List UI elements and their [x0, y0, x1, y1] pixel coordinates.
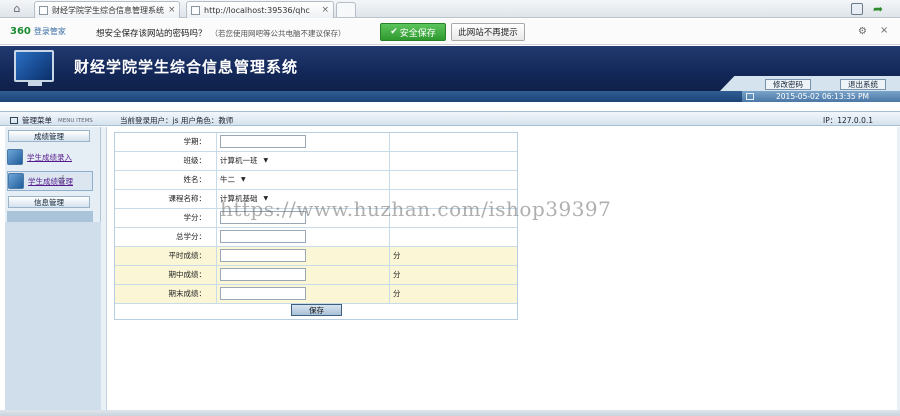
score-unit: 分 [393, 289, 401, 298]
sidebar-background [5, 222, 101, 416]
tab-favicon [39, 5, 48, 15]
monitor-icon [14, 50, 54, 86]
calendar-icon [746, 93, 754, 100]
tab-title: 财经学院学生综合信息管理系统 [52, 5, 164, 15]
tab-title: http://localhost:39536/qhc [204, 5, 310, 15]
current-user-info: 当前登录用户：js 用户角色：教师 [120, 116, 234, 125]
form-extra [391, 152, 517, 170]
tab-localhost[interactable]: http://localhost:39536/qhc × [186, 1, 334, 18]
form-row-name: 姓名： 牛二 ▼ [115, 171, 517, 190]
tab-close-icon[interactable]: × [317, 5, 329, 15]
win-restore-icon[interactable] [851, 3, 863, 15]
regular-score-input[interactable] [220, 249, 306, 262]
form-label: 总学分： [115, 228, 217, 246]
back-arrow-icon[interactable]: ➦ [870, 2, 886, 16]
change-password-button[interactable]: 修改密码 [765, 79, 811, 90]
form-extra [391, 171, 517, 189]
watermark-text: https://www.huzhan.com/ishop39397 [220, 197, 612, 221]
password-save-bar: 360 登录管家 想安全保存该网站的密码吗？ （若您使用网吧等公共电脑不建议保存） … [0, 19, 900, 45]
logout-button[interactable]: 退出系统 [840, 79, 886, 90]
form-cell [218, 133, 390, 151]
final-score-input[interactable] [220, 287, 306, 300]
form-label: 期末成绩： [115, 285, 217, 303]
term-input[interactable] [220, 135, 306, 148]
score-unit: 分 [393, 251, 401, 260]
bottom-edge [0, 410, 900, 416]
form-label: 平时成绩： [115, 247, 217, 265]
form-cell [218, 285, 390, 303]
chevron-down-icon: ▼ [241, 176, 246, 183]
close-icon[interactable]: × [880, 25, 888, 36]
form-cell: 计算机一班 ▼ [218, 152, 390, 170]
browser-tab-strip: ⌂ 财经学院学生综合信息管理系统 × http://localhost:3953… [0, 0, 900, 18]
save-button[interactable]: 保存 [291, 304, 342, 316]
sidebar-item-score-manage[interactable]: 学生成绩管理 [7, 171, 93, 191]
info-bar: 管理菜单 MENU ITEMS 当前登录用户：js 用户角色：教师 IP：127… [0, 111, 900, 126]
secure-save-button[interactable]: ✔ 安全保存 [380, 23, 446, 41]
no-prompt-button[interactable]: 此网站不再提示 [451, 23, 525, 41]
form-row-term: 学期： [115, 133, 517, 152]
chevron-down-icon: ▼ [263, 157, 269, 164]
sidebar-item-label: 学生成绩录入 [27, 152, 72, 162]
form-row-regular-score: 平时成绩： 分 [115, 247, 517, 266]
tab-favicon [191, 5, 200, 15]
total-credit-input[interactable] [220, 230, 306, 243]
sidebar-divider [7, 211, 93, 222]
datetime-text: 2015-05-02 06:13:35 PM [776, 92, 870, 101]
menu-title: 管理菜单 [22, 116, 52, 125]
app-title: 财经学院学生综合信息管理系统 [74, 58, 299, 76]
form-label: 学分： [115, 209, 217, 227]
score-manage-icon [8, 173, 24, 189]
form-label: 班级： [115, 152, 217, 170]
form-row-final-score: 期末成绩： 分 [115, 285, 517, 304]
form-row-class: 班级： 计算机一班 ▼ [115, 152, 517, 171]
midterm-score-input[interactable] [220, 268, 306, 281]
home-icon[interactable]: ⌂ [10, 3, 24, 15]
form-row-total-credit: 总学分： [115, 228, 517, 247]
hand-cursor-icon: ☝ [58, 173, 65, 186]
form-cell: 牛二 ▼ [218, 171, 390, 189]
menu-label: 管理菜单 MENU ITEMS [10, 115, 93, 126]
form-label: 期中成绩： [115, 266, 217, 284]
form-cell [218, 247, 390, 265]
form-row-midterm-score: 期中成绩： 分 [115, 266, 517, 285]
ip-info: IP：127.0.0.1 [823, 116, 874, 125]
form-cell [218, 266, 390, 284]
gear-icon[interactable]: ⚙ [858, 26, 867, 37]
score-unit: 分 [393, 270, 401, 279]
class-select[interactable]: 计算机一班 ▼ [220, 154, 308, 167]
name-select[interactable]: 牛二 ▼ [220, 173, 256, 186]
save-warning: （若您使用网吧等公共电脑不建议保存） [210, 29, 346, 38]
brand-360-logo: 360 登录管家 [10, 26, 66, 37]
key-icon: ✔ [390, 27, 398, 37]
save-question: 想安全保存该网站的密码吗？ （若您使用网吧等公共电脑不建议保存） [96, 29, 346, 39]
score-form: 学期： 班级： 计算机一班 ▼ 姓名： 牛二 ▼ 课程名称： 计算机基础 ▼ 学分： … [114, 132, 518, 320]
form-label: 课程名称： [115, 190, 217, 208]
sidebar: 成绩管理 学生成绩录入 学生成绩管理 信息管理 [5, 127, 101, 416]
tab-close-icon[interactable]: × [164, 5, 176, 15]
form-cell [218, 228, 390, 246]
score-entry-icon [7, 149, 23, 165]
form-extra [391, 228, 517, 246]
datetime-strip: 2015-05-02 06:13:35 PM [0, 91, 900, 102]
sidebar-group-scores[interactable]: 成绩管理 [8, 130, 90, 142]
menu-subtitle: MENU ITEMS [58, 117, 93, 124]
sidebar-group-info[interactable]: 信息管理 [8, 196, 90, 208]
form-label: 学期： [115, 133, 217, 151]
app-header: 财经学院学生综合信息管理系统 修改密码 退出系统 [0, 46, 900, 91]
tab-system[interactable]: 财经学院学生综合信息管理系统 × [34, 1, 180, 18]
sidebar-item-score-entry[interactable]: 学生成绩录入 [7, 147, 93, 167]
form-extra [391, 133, 517, 151]
new-tab-button[interactable] [336, 2, 356, 17]
form-label: 姓名： [115, 171, 217, 189]
menu-icon [10, 117, 18, 124]
